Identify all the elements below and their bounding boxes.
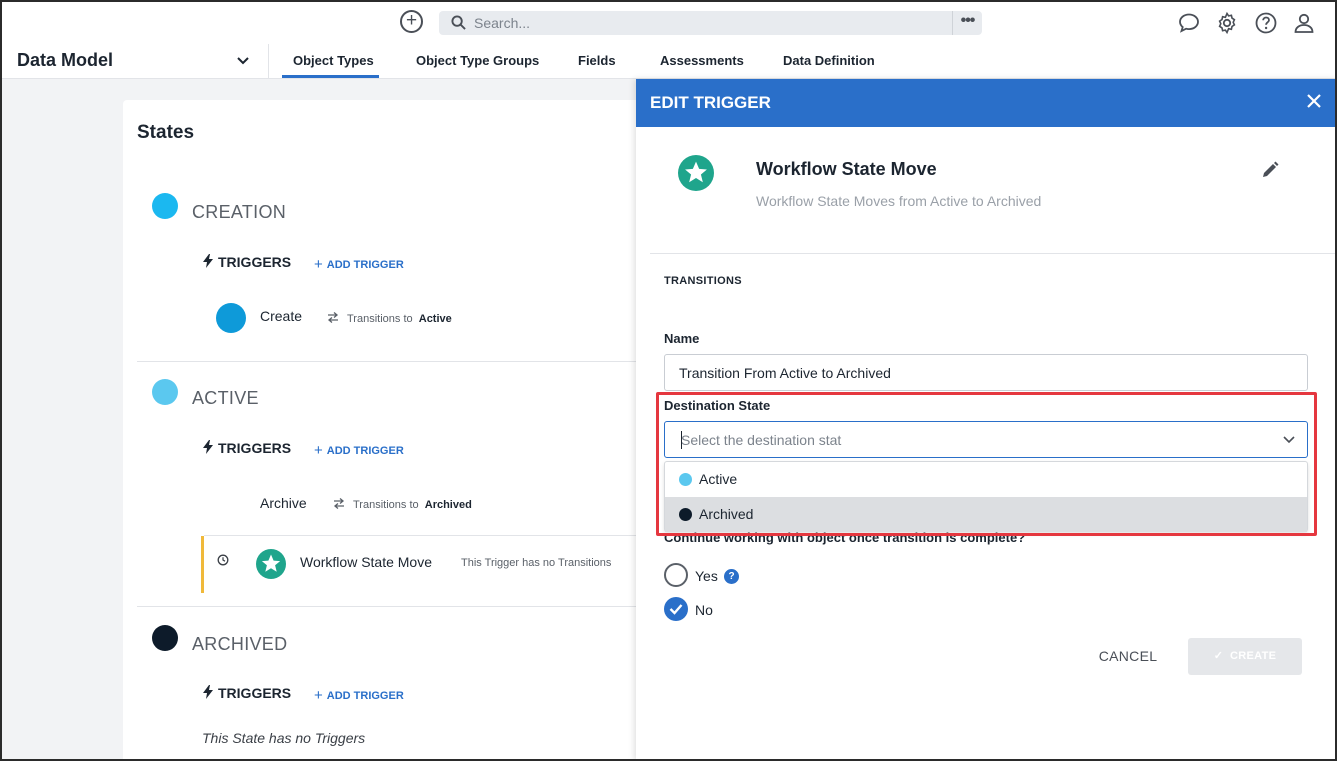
active-tab-indicator [282,75,379,78]
trigger-description: Workflow State Moves from Active to Arch… [756,193,1042,209]
states-title: States [137,122,195,143]
name-label: Name [664,331,700,346]
divider [204,535,637,536]
continue-label: Continue working with object once transi… [664,530,1026,545]
no-triggers-note: This State has no Triggers [202,730,366,746]
trigger-name[interactable]: Workflow State Move [300,554,432,570]
triggers-heading: TRIGGERS [202,254,291,270]
option-active[interactable]: Active [665,462,1307,497]
nav-divider [268,44,269,79]
module-nav: Data Model Object Types Object Type Grou… [0,44,1337,79]
state-name: ARCHIVED [192,634,288,654]
bolt-icon [203,440,213,454]
help-icon[interactable] [1254,11,1278,35]
text-cursor [681,431,682,449]
chevron-down-icon[interactable] [1283,436,1295,444]
state-color-dot [152,625,178,651]
search-options-button[interactable]: ••• [952,11,982,35]
create-button[interactable]: ✓ CREATE [1188,638,1302,675]
destination-placeholder: Select the destination stat [681,432,842,448]
divider [650,253,1337,254]
workflow-star-icon [678,155,714,191]
search-icon [451,15,466,30]
add-trigger-button[interactable]: + ADD TRIGGER [314,256,404,273]
state-name: ACTIVE [192,388,259,408]
state-color-dot [152,193,178,219]
destination-label: Destination State [664,398,771,413]
state-color-dot [152,379,178,405]
clock-icon [217,554,229,566]
transition-info: Transitions to Active [327,312,452,325]
name-field[interactable]: Transition From Active to Archived [664,354,1308,391]
state-color-dot [679,508,692,521]
transfer-icon [327,312,339,323]
tab-object-type-groups[interactable]: Object Type Groups [416,53,539,68]
destination-select[interactable]: Select the destination stat [664,421,1308,458]
tab-object-types[interactable]: Object Types [293,53,374,68]
add-trigger-button[interactable]: + ADD TRIGGER [314,687,404,704]
warning-bar [201,536,204,593]
option-archived[interactable]: Archived [665,497,1307,532]
edit-trigger-panel: EDIT TRIGGER Workflow State Move Workflo… [636,79,1337,761]
trigger-name[interactable]: Archive [260,495,307,511]
module-title[interactable]: Data Model [17,50,113,71]
chat-icon[interactable] [1177,11,1201,35]
workflow-star-icon [256,549,286,579]
trigger-name[interactable]: Create [260,308,302,324]
panel-header: EDIT TRIGGER [636,79,1337,127]
transition-info: Transitions to Archived [333,498,472,511]
user-icon[interactable] [1292,11,1316,35]
triggers-heading: TRIGGERS [202,685,291,701]
triggers-heading: TRIGGERS [202,440,291,456]
plus-circle-icon[interactable]: + [400,10,423,33]
top-bar: + Search... ••• [0,0,1337,44]
trigger-title: Workflow State Move [756,159,937,179]
panel-title: EDIT TRIGGER [650,93,771,112]
chevron-down-icon[interactable] [236,56,250,66]
divider [137,361,637,362]
gear-icon[interactable] [1215,11,1239,35]
tab-data-definition[interactable]: Data Definition [783,53,875,68]
transfer-icon [333,498,345,509]
divider [137,606,637,607]
pencil-icon[interactable] [1260,160,1280,180]
state-color-dot [679,473,692,486]
search-bar[interactable]: Search... ••• [439,11,982,35]
radio-yes-label: Yes [695,568,718,584]
close-icon[interactable] [1304,91,1324,111]
help-icon[interactable]: ? [724,569,739,584]
cancel-button[interactable]: CANCEL [1088,637,1168,675]
section-label: TRANSITIONS [664,275,742,287]
check-icon: ✓ [1213,650,1224,662]
tab-fields[interactable]: Fields [578,53,616,68]
search-input[interactable]: Search... [474,15,530,31]
add-trigger-button[interactable]: + ADD TRIGGER [314,442,404,459]
destination-dropdown: Active Archived [664,461,1308,532]
plus-icon: + [314,687,323,704]
check-icon [669,604,683,615]
radio-no[interactable] [664,597,688,621]
state-name: CREATION [192,202,287,222]
option-label: Active [699,471,738,487]
radio-no-label: No [695,602,713,618]
option-label: Archived [699,506,754,522]
bolt-icon [203,254,213,268]
plus-icon: + [314,256,323,273]
trigger-note: This Trigger has no Transitions [461,557,612,569]
states-card [123,100,683,761]
radio-yes[interactable] [664,563,688,587]
tab-assessments[interactable]: Assessments [660,53,744,68]
bolt-icon [203,685,213,699]
trigger-dot [216,303,246,333]
plus-icon: + [314,442,323,459]
